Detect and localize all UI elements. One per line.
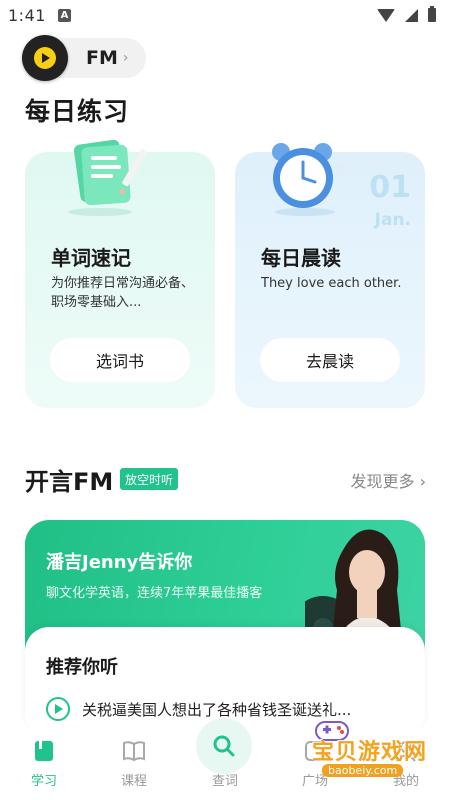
banner-subtitle: 聊文化学英语，连续7年苹果最佳播客 [46,586,263,601]
recommend-title: 推荐你听 [46,657,118,678]
fm-section-badge: 放空时听 [120,468,179,490]
signal-icon [405,8,418,22]
watermark-text: 宝贝游戏网 [312,740,428,765]
daily-practice-title: 每日练习 [25,97,130,126]
banner-title: 潘吉Jenny告诉你 [46,552,193,573]
choose-wordbook-button[interactable]: 选词书 [50,338,190,382]
book-filled-icon [35,741,53,761]
vocab-card[interactable]: 单词速记 为你推荐日常沟通必备、职场零基础入... 选词书 [25,139,215,408]
play-icon [42,53,50,63]
date-month: Jan. [374,210,411,230]
vocab-card-desc: 为你推荐日常沟通必备、职场零基础入... [51,276,195,310]
chevron-right-icon: › [122,50,129,66]
morning-read-title: 每日晨读 [261,246,341,270]
morning-read-card[interactable]: 01 Jan. 每日晨读 They love each other. 去晨读 [235,143,425,408]
watermark-url: baobeiy.com [322,764,404,777]
tab-courses[interactable]: 课程 [104,738,164,789]
morning-read-desc: They love each other. [261,276,402,291]
fm-entry-button[interactable]: FM › [22,35,146,81]
play-circle-icon[interactable] [46,697,70,721]
notebook-pencil-icon [68,139,147,216]
alarm-clock-icon [272,143,349,216]
notification-a-icon: A [57,8,71,22]
discover-more-link[interactable]: 发现更多 › [351,468,427,492]
tab-courses-label: 课程 [120,774,147,789]
fm-label: FM [86,47,118,69]
date-day: 01 [369,170,411,205]
vocab-card-title: 单词速记 [51,246,131,270]
fm-section-title: 开言FM [25,468,114,496]
tab-study-label: 学习 [30,774,57,789]
fm-disc-icon [22,35,68,81]
search-icon [213,735,235,757]
status-time: 1:41 [8,5,46,25]
wifi-icon [377,8,395,22]
status-bar: 1:41 A [0,0,450,30]
lookup-search-button[interactable] [196,718,252,774]
open-book-icon [123,741,145,762]
battery-icon [428,6,436,22]
site-watermark: 宝贝游戏网 baobeiy.com [276,712,436,792]
tab-study[interactable]: 学习 [14,738,74,789]
go-morning-read-button[interactable]: 去晨读 [260,338,400,382]
